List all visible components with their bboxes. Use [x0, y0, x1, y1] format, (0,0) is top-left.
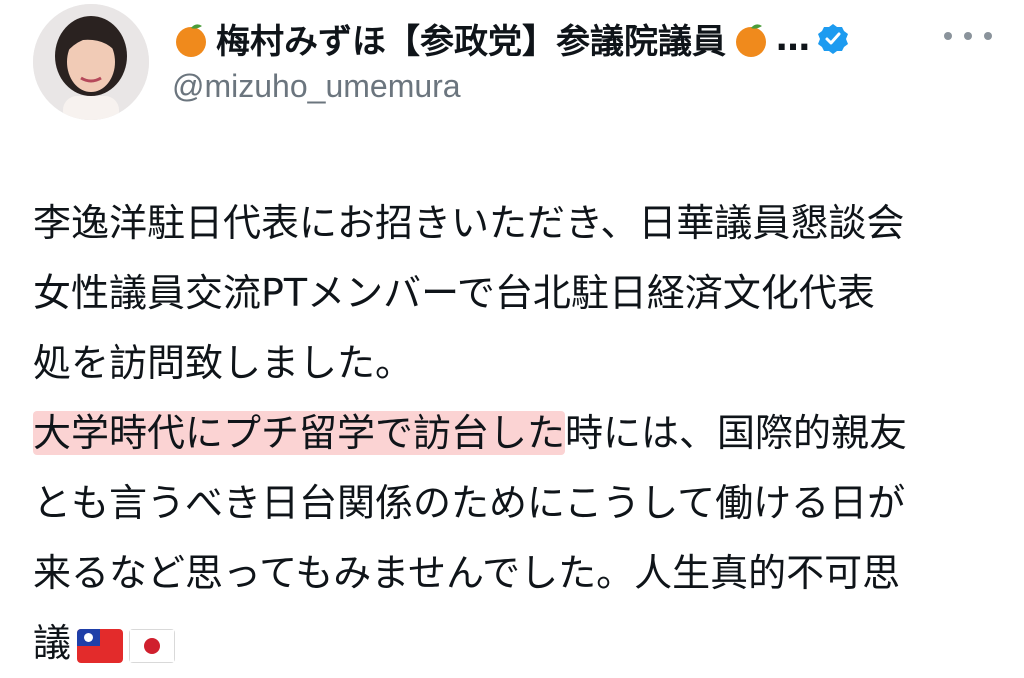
tweet-line: 大学時代にプチ留学で訪台した時には、国際的親友: [33, 398, 1003, 468]
tweet-line: とも言うべき日台関係のためにこうして働ける日が: [33, 481, 906, 525]
verified-badge-icon: [816, 22, 850, 56]
avatar[interactable]: [33, 4, 149, 120]
display-name-row[interactable]: 梅村みずほ【参政党】参議院議員 …: [172, 14, 850, 63]
tweet-line-rest: 時には、国際的親友: [565, 411, 908, 455]
japan-flag-icon: [129, 628, 176, 663]
tweet-line: 処を訪問致しました。: [33, 341, 414, 385]
tweet-line-last: 議: [33, 621, 72, 665]
tweet-line: 議: [33, 608, 1003, 678]
avatar-image: [33, 4, 149, 120]
display-name: 梅村みずほ【参政党】参議院議員: [216, 22, 726, 62]
highlighted-text: 大学時代にプチ留学で訪台した: [33, 411, 566, 455]
orange-icon: [732, 20, 770, 58]
tweet-text: 李逸洋駐日代表にお招きいただき、日華議員懇談会 女性議員交流PTメンバーで台北駐…: [33, 188, 1003, 678]
name-ellipsis: …: [776, 18, 810, 59]
user-handle[interactable]: @mizuho_umemura: [172, 68, 461, 105]
tweet-line: 李逸洋駐日代表にお招きいただき、日華議員懇談会: [33, 201, 905, 245]
tweet-line: 女性議員交流PTメンバーで台北駐日経済文化代表: [33, 271, 875, 315]
more-options-icon[interactable]: [944, 20, 992, 52]
tweet-line: 来るなど思ってもみませんでした。人生真的不可思: [33, 551, 901, 595]
orange-icon: [172, 20, 210, 58]
taiwan-flag-icon: [77, 628, 124, 663]
